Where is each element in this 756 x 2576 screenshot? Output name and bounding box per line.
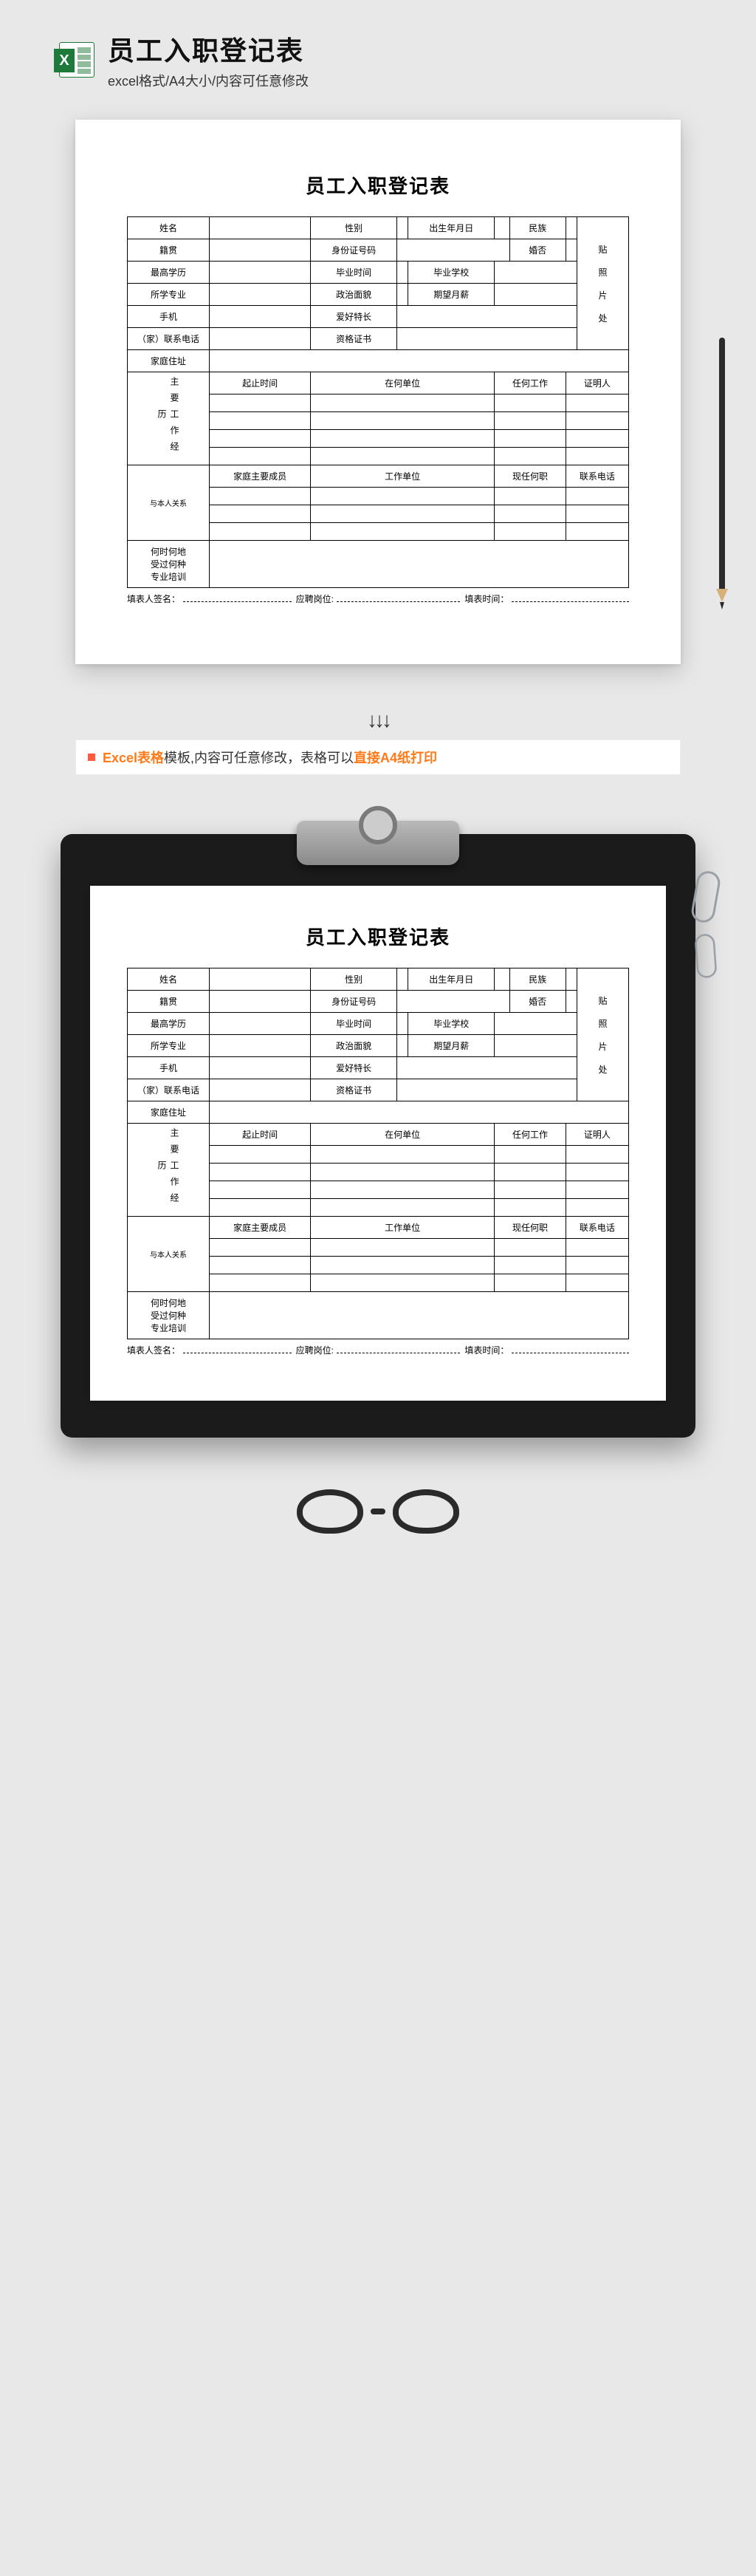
label-origin: 籍贯 <box>128 239 210 262</box>
document-preview-1: 员工入职登记表 姓名 性别 出生年月日 民族 贴 照 片 处 <box>75 120 681 664</box>
pencil-decoration <box>719 338 725 589</box>
label-job: 任何工作 <box>495 372 566 394</box>
label-contact: 联系电话 <box>566 465 628 488</box>
header-text: 员工入职登记表 excel格式/A4大小/内容可任意修改 <box>108 30 309 90</box>
label-name: 姓名 <box>128 217 210 239</box>
label-major: 所学专业 <box>128 284 210 306</box>
paperclip-icon <box>690 870 722 924</box>
label-gradtime: 毕业时间 <box>311 262 397 284</box>
form-footer: 填表人签名： 应聘岗位: 填表时间： <box>127 1344 629 1356</box>
label-marital: 婚否 <box>509 239 566 262</box>
label-signer: 填表人签名： <box>127 592 180 605</box>
work-history-side: 主要工作经历 <box>128 372 210 465</box>
label-birth: 出生年月日 <box>408 217 495 239</box>
banner-highlight-2: 直接A4纸打印 <box>354 751 437 765</box>
label-id: 身份证号码 <box>311 239 397 262</box>
clipboard-preview: 员工入职登记表 姓名 性别 出生年月日 民族 贴 照 片 处 籍贯 身份 <box>61 834 695 1438</box>
label-school: 毕业学校 <box>408 262 495 284</box>
label-reference: 证明人 <box>566 372 628 394</box>
value-birth <box>495 217 510 239</box>
label-company: 在何单位 <box>311 372 495 394</box>
form-title: 员工入职登记表 <box>127 923 629 950</box>
label-address: 家庭住址 <box>128 350 210 372</box>
label-ethnicity: 民族 <box>509 217 566 239</box>
label-gender: 性别 <box>311 217 397 239</box>
form-title: 员工入职登记表 <box>127 171 629 199</box>
document-preview-2: 员工入职登记表 姓名 性别 出生年月日 民族 贴 照 片 处 籍贯 身份 <box>90 886 666 1401</box>
label-cert: 资格证书 <box>311 328 397 350</box>
glasses-decoration <box>297 1489 459 1534</box>
label-education: 最高学历 <box>128 262 210 284</box>
excel-icon <box>59 42 94 78</box>
page-header: 员工入职登记表 excel格式/A4大小/内容可任意修改 <box>0 30 756 105</box>
paperclip-icon <box>694 933 717 978</box>
label-training: 何时何地 受过何种 专业培训 <box>128 541 210 588</box>
registration-form: 姓名 性别 出生年月日 民族 贴 照 片 处 籍贯 身份证号码 婚否 <box>127 968 629 1339</box>
page-title: 员工入职登记表 <box>108 30 309 68</box>
form-footer: 填表人签名： 应聘岗位: 填表时间： <box>127 592 629 605</box>
photo-area: 贴 照 片 处 <box>577 217 629 350</box>
value-ethnicity <box>566 217 577 239</box>
label-mobile: 手机 <box>128 306 210 328</box>
value-name <box>210 217 311 239</box>
label-period: 起止时间 <box>210 372 311 394</box>
banner-highlight-1: Excel表格 <box>103 751 164 765</box>
label-homephone: （家）联系电话 <box>128 328 210 350</box>
label-political: 政治面貌 <box>311 284 397 306</box>
page-subtitle: excel格式/A4大小/内容可任意修改 <box>108 71 309 90</box>
registration-form: 姓名 性别 出生年月日 民族 贴 照 片 处 籍贯 身份证号码 <box>127 216 629 588</box>
value-gender <box>397 217 408 239</box>
banner-bullet-icon <box>88 754 95 761</box>
label-applypost: 应聘岗位: <box>296 592 334 605</box>
label-workunit: 工作单位 <box>311 465 495 488</box>
label-member: 家庭主要成员 <box>210 465 311 488</box>
scroll-arrows: ↓↓↓ <box>0 708 756 732</box>
label-position: 现任何职 <box>495 465 566 488</box>
info-banner: Excel表格模板,内容可任意修改，表格可以直接A4纸打印 <box>75 739 681 775</box>
clipboard-clip-icon <box>297 821 459 865</box>
label-salary: 期望月薪 <box>408 284 495 306</box>
family-side: 与本人关系 <box>128 465 210 541</box>
banner-text: 模板,内容可任意修改，表格可以 <box>164 751 354 765</box>
label-hobby: 爱好特长 <box>311 306 397 328</box>
label-filldate: 填表时间： <box>464 592 509 605</box>
